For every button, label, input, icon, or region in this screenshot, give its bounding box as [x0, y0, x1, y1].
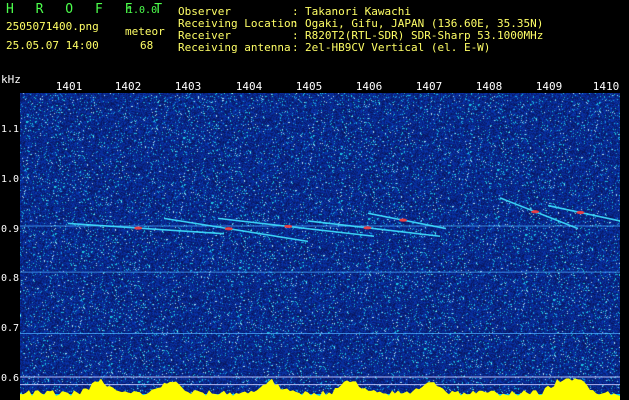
file-name: 2505071400.png: [6, 20, 99, 33]
y-tick-label: 1.1: [1, 124, 20, 135]
y-tick-label: 1.0: [1, 174, 20, 185]
x-tick-label: 1404: [235, 80, 263, 93]
meteor-label: meteor: [125, 25, 165, 38]
antenna-value: 2el-HB9CV Vertical (el. E-W): [305, 41, 491, 54]
antenna-label: Receiving antenna: [178, 41, 291, 54]
y-axis-unit: kHz: [1, 73, 21, 86]
x-tick-label: 1406: [355, 80, 383, 93]
x-tick-label: 1410: [592, 80, 620, 93]
x-tick-label: 1409: [535, 80, 563, 93]
y-tick-label: 0.9: [1, 224, 20, 235]
y-tick-label: 0.8: [1, 273, 20, 284]
meteor-count: 68: [140, 39, 154, 52]
x-tick-label: 1403: [174, 80, 202, 93]
app-version: 1.0.0: [127, 5, 158, 16]
y-tick-label: 0.7: [1, 323, 20, 334]
x-tick-label: 1407: [415, 80, 443, 93]
y-tick-label: 0.6: [1, 373, 20, 384]
x-tick-label: 1402: [114, 80, 142, 93]
x-tick-label: 1408: [475, 80, 503, 93]
antenna-separator: :: [292, 41, 299, 54]
x-tick-label: 1405: [295, 80, 323, 93]
date-time: 25.05.07 14:00: [6, 39, 99, 52]
x-tick-label: 1401: [55, 80, 83, 93]
spectrogram-canvas: [20, 93, 620, 400]
